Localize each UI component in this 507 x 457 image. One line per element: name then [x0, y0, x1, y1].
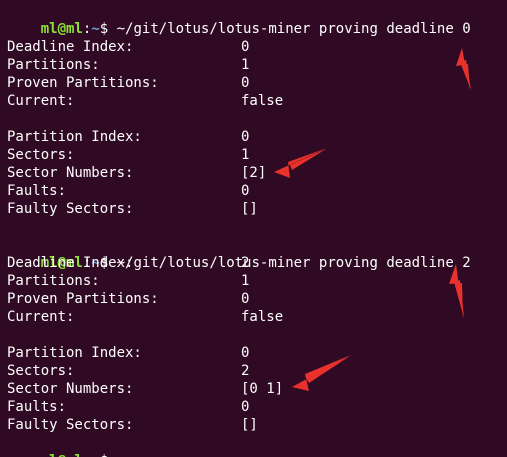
row-label: Proven Partitions: [7, 75, 159, 91]
output-row: Deadline Index: 0 [7, 38, 249, 56]
output-row: Proven Partitions: 0 [7, 290, 249, 308]
row-label: Deadline Index: [7, 39, 134, 55]
annotation-arrow-icon [456, 48, 471, 90]
row-value: 2 [241, 363, 250, 379]
row-value: 1 [241, 57, 250, 73]
row-label: Deadline Index: [7, 255, 134, 271]
annotation-arrow-icon [274, 148, 327, 178]
terminal-window[interactable]: ml@ml:~$ ~/git/lotus/lotus-miner proving… [0, 0, 507, 457]
prompt-dollar: $ [99, 21, 109, 37]
row-label: Current: [7, 309, 75, 325]
output-row: Faulty Sectors: [] [7, 416, 258, 434]
prompt-line: ml@ml:~$ ~/git/lotus/lotus-miner proving… [7, 2, 471, 37]
row-label: Faulty Sectors: [7, 417, 134, 433]
row-value: 2 [241, 255, 250, 271]
prompt-path: ~ [91, 453, 99, 457]
row-value: [] [241, 201, 258, 217]
output-row: Faults: 0 [7, 398, 249, 416]
output-row: Partitions: 1 [7, 272, 249, 290]
row-label: Partitions: [7, 273, 100, 289]
row-label: Partition Index: [7, 345, 142, 361]
row-label: Sectors: [7, 147, 75, 163]
output-row: Current: false [7, 308, 283, 326]
row-value: 0 [241, 183, 250, 199]
prompt-user: ml@ml [41, 453, 83, 457]
annotation-arrow-icon [449, 264, 464, 318]
annotation-arrow-icon [292, 355, 351, 391]
row-value: false [241, 309, 284, 325]
output-row: Current: false [7, 92, 283, 110]
row-value: 1 [241, 273, 250, 289]
row-label: Sector Numbers: [7, 381, 134, 397]
output-row: Partition Index: 0 [7, 128, 249, 146]
row-value: [] [241, 417, 258, 433]
output-row: Partitions: 1 [7, 56, 249, 74]
output-row: Partition Index: 0 [7, 344, 249, 362]
row-label: Partition Index: [7, 129, 142, 145]
output-row: Faults: 0 [7, 182, 249, 200]
row-value: 0 [241, 291, 250, 307]
row-label: Faults: [7, 399, 67, 415]
row-value: false [241, 93, 284, 109]
row-label: Proven Partitions: [7, 291, 159, 307]
output-row: Proven Partitions: 0 [7, 74, 249, 92]
output-row: Sector Numbers: [2] [7, 164, 266, 182]
output-row: Deadline Index: 2 [7, 254, 249, 272]
output-row: Sectors: 2 [7, 362, 249, 380]
row-value: [2] [241, 165, 267, 181]
output-row: Sector Numbers: [0 1] [7, 380, 283, 398]
output-row: Sectors: 1 [7, 146, 249, 164]
command-text: ~/git/lotus/lotus-miner proving deadline… [108, 21, 471, 37]
row-value: 0 [241, 75, 250, 91]
prompt-line: ml@ml:~$ ~/git/lotus/lotus-miner proving… [7, 236, 471, 271]
row-label: Current: [7, 93, 75, 109]
prompt-path: ~ [91, 21, 100, 37]
row-value: 0 [241, 129, 250, 145]
row-label: Partitions: [7, 57, 100, 73]
prompt-line[interactable]: ml@ml:~$ [7, 434, 108, 457]
row-value: [0 1] [241, 381, 284, 397]
prompt-user: ml@ml [40, 21, 83, 37]
row-value: 0 [241, 39, 250, 55]
row-value: 0 [241, 345, 250, 361]
prompt-dollar: $ [100, 453, 108, 457]
row-label: Faults: [7, 183, 67, 199]
output-row: Faulty Sectors: [] [7, 200, 258, 218]
row-label: Faulty Sectors: [7, 201, 134, 217]
row-value: 0 [241, 399, 250, 415]
row-label: Sector Numbers: [7, 165, 134, 181]
row-label: Sectors: [7, 363, 75, 379]
row-value: 1 [241, 147, 250, 163]
